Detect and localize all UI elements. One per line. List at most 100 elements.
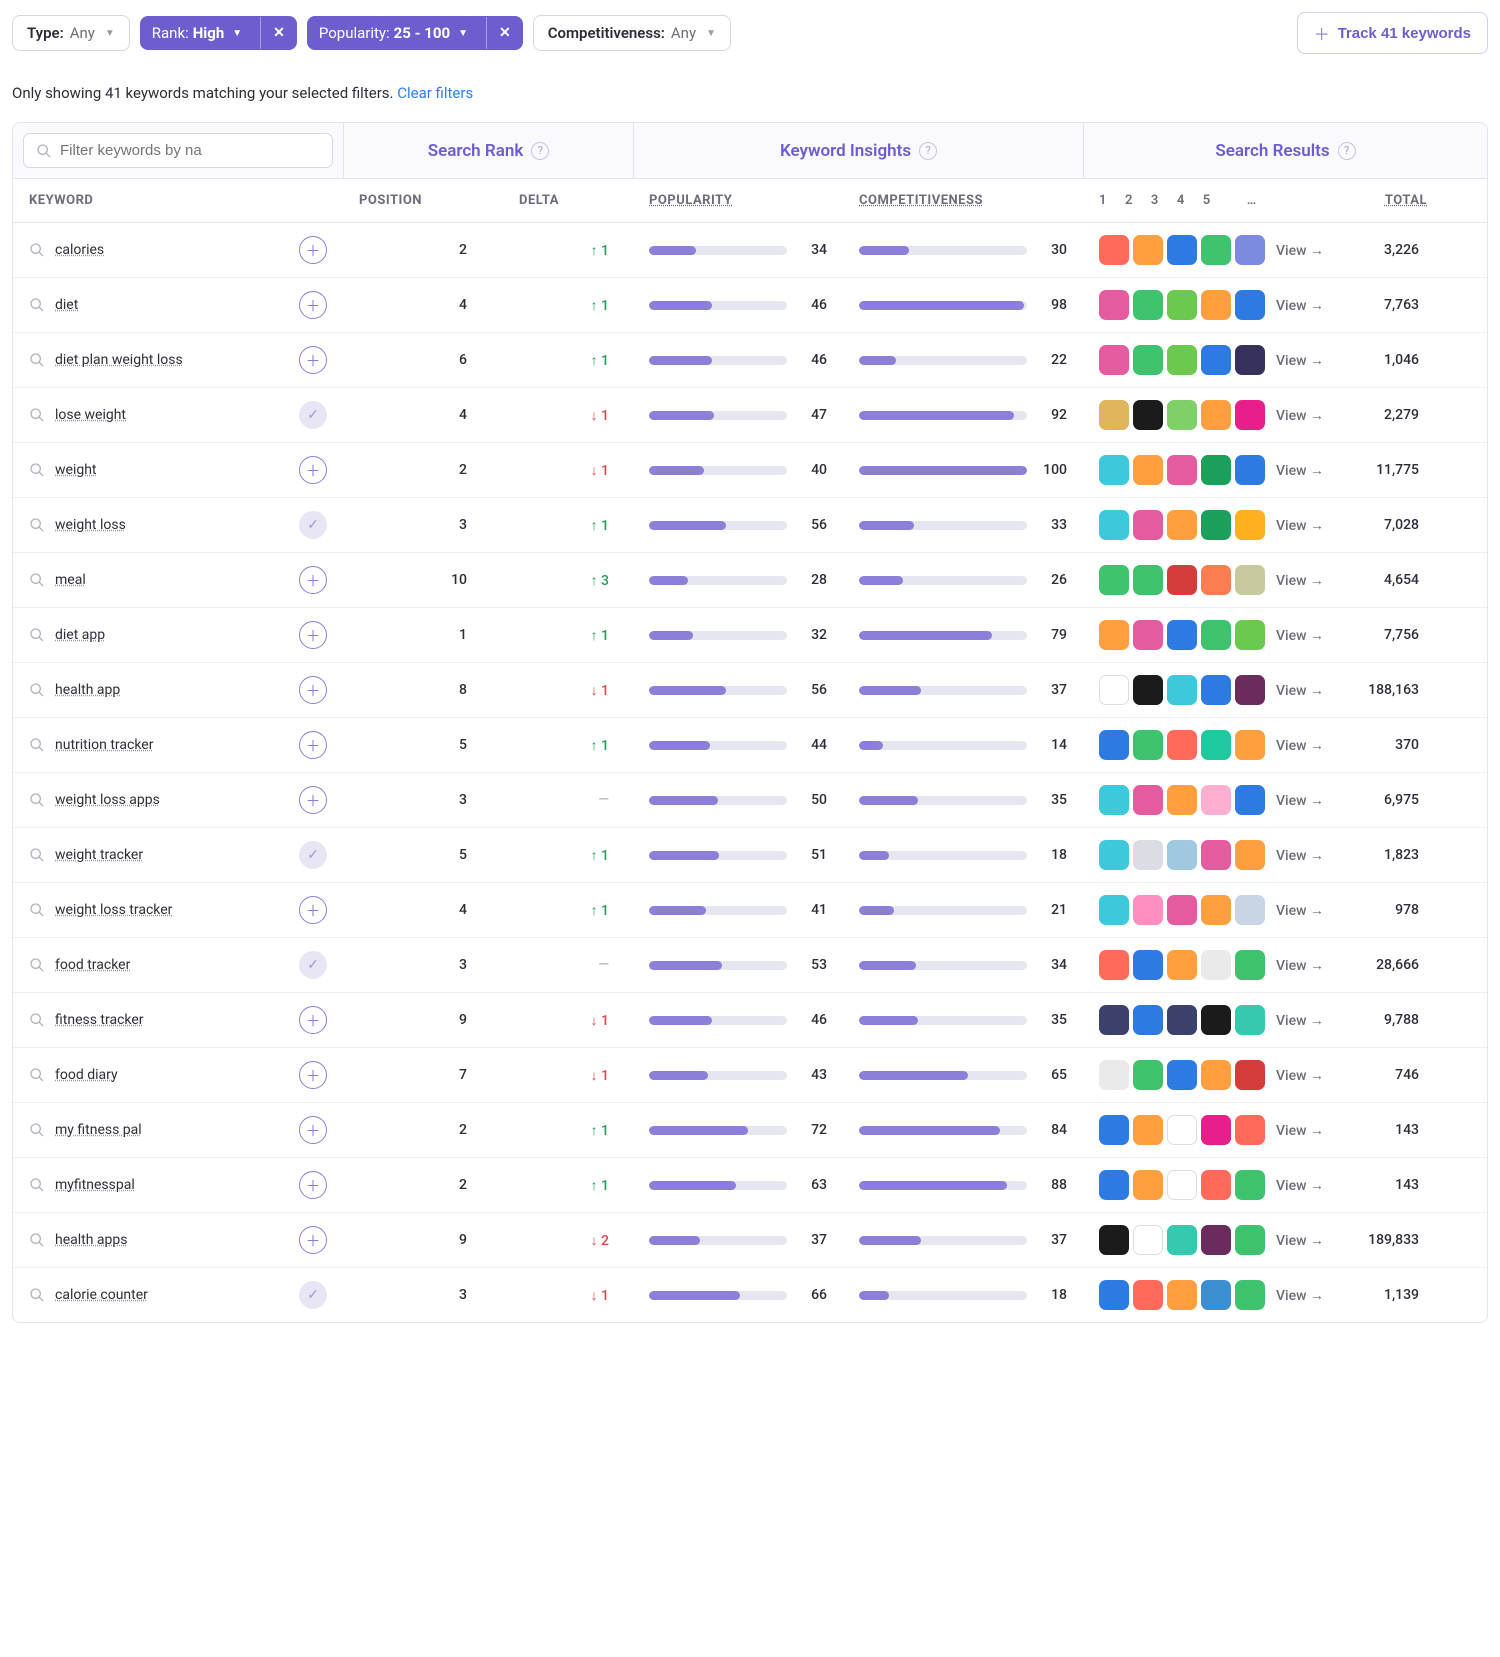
col-position[interactable]: POSITION [343,179,503,222]
app-icon[interactable] [1167,565,1197,595]
app-icon[interactable] [1201,565,1231,595]
app-icon[interactable] [1099,785,1129,815]
app-icon[interactable] [1201,400,1231,430]
app-icon[interactable] [1133,620,1163,650]
app-icon[interactable] [1133,675,1163,705]
app-icon[interactable] [1099,620,1129,650]
app-icon[interactable] [1201,1060,1231,1090]
app-icon[interactable] [1235,1060,1265,1090]
app-icon[interactable] [1133,1005,1163,1035]
clear-filters-link[interactable]: Clear filters [397,84,473,102]
app-icon[interactable] [1167,950,1197,980]
add-keyword-button[interactable]: ＋ [299,1006,327,1034]
app-icon[interactable] [1133,345,1163,375]
app-icon[interactable] [1133,1280,1163,1310]
keyword-text[interactable]: nutrition tracker [55,737,153,753]
app-icon[interactable] [1201,895,1231,925]
app-icon[interactable] [1133,1115,1163,1145]
app-icon[interactable] [1201,840,1231,870]
app-icon[interactable] [1235,620,1265,650]
app-icon[interactable] [1167,510,1197,540]
app-icon[interactable] [1167,1005,1197,1035]
keyword-text[interactable]: weight loss apps [55,792,160,808]
add-keyword-button[interactable]: ＋ [299,1116,327,1144]
keyword-text[interactable]: food tracker [55,957,130,973]
app-icon[interactable] [1167,785,1197,815]
app-icon[interactable] [1133,1060,1163,1090]
added-check-button[interactable]: ✓ [299,951,327,979]
app-icon[interactable] [1099,950,1129,980]
app-icon[interactable] [1167,1115,1197,1145]
keyword-text[interactable]: weight loss tracker [55,902,172,918]
app-icon[interactable] [1201,620,1231,650]
app-icon[interactable] [1235,1280,1265,1310]
search-input[interactable] [60,142,320,159]
app-icon[interactable] [1099,840,1129,870]
app-icon[interactable] [1201,675,1231,705]
app-icon[interactable] [1133,1225,1163,1255]
app-icon[interactable] [1099,1115,1129,1145]
app-icon[interactable] [1235,840,1265,870]
app-icon[interactable] [1133,510,1163,540]
app-icon[interactable] [1167,840,1197,870]
app-icon[interactable] [1235,455,1265,485]
search-input-wrap[interactable] [23,133,333,168]
keyword-text[interactable]: calories [55,242,104,258]
app-icon[interactable] [1099,1170,1129,1200]
filter-competitiveness[interactable]: Competitiveness: Any ▼ [533,15,731,51]
app-icon[interactable] [1099,895,1129,925]
close-icon[interactable]: ✕ [486,17,523,49]
app-icon[interactable] [1099,1280,1129,1310]
keyword-text[interactable]: myfitnesspal [55,1177,135,1193]
add-keyword-button[interactable]: ＋ [299,456,327,484]
keyword-text[interactable]: diet [55,297,78,313]
app-icon[interactable] [1201,1170,1231,1200]
app-icon[interactable] [1235,675,1265,705]
app-icon[interactable] [1133,840,1163,870]
close-icon[interactable]: ✕ [260,17,297,49]
app-icon[interactable] [1099,730,1129,760]
app-icon[interactable] [1201,950,1231,980]
app-icon[interactable] [1167,620,1197,650]
app-icon[interactable] [1235,510,1265,540]
col-keyword[interactable]: KEYWORD [13,179,343,222]
app-icon[interactable] [1167,730,1197,760]
app-icon[interactable] [1133,455,1163,485]
app-icon[interactable] [1133,400,1163,430]
filter-type[interactable]: Type: Any ▼ [12,15,130,51]
help-icon[interactable]: ? [919,142,937,160]
added-check-button[interactable]: ✓ [299,401,327,429]
app-icon[interactable] [1099,1060,1129,1090]
app-icon[interactable] [1235,400,1265,430]
app-icon[interactable] [1201,785,1231,815]
col-competitiveness[interactable]: COMPETITIVENESS [843,179,1083,222]
added-check-button[interactable]: ✓ [299,841,327,869]
app-icon[interactable] [1167,1280,1197,1310]
app-icon[interactable] [1235,1170,1265,1200]
app-icon[interactable] [1201,1005,1231,1035]
add-keyword-button[interactable]: ＋ [299,1226,327,1254]
help-icon[interactable]: ? [1338,142,1356,160]
keyword-text[interactable]: health app [55,682,120,698]
app-icon[interactable] [1167,400,1197,430]
keyword-text[interactable]: weight tracker [55,847,143,863]
app-icon[interactable] [1201,1280,1231,1310]
add-keyword-button[interactable]: ＋ [299,1171,327,1199]
add-keyword-button[interactable]: ＋ [299,291,327,319]
app-icon[interactable] [1201,730,1231,760]
app-icon[interactable] [1235,950,1265,980]
app-icon[interactable] [1201,1115,1231,1145]
app-icon[interactable] [1167,455,1197,485]
added-check-button[interactable]: ✓ [299,1281,327,1309]
keyword-text[interactable]: my fitness pal [55,1122,142,1138]
app-icon[interactable] [1099,400,1129,430]
app-icon[interactable] [1167,895,1197,925]
app-icon[interactable] [1133,235,1163,265]
app-icon[interactable] [1099,345,1129,375]
add-keyword-button[interactable]: ＋ [299,1061,327,1089]
app-icon[interactable] [1201,235,1231,265]
app-icon[interactable] [1133,895,1163,925]
app-icon[interactable] [1167,1170,1197,1200]
keyword-text[interactable]: weight [55,462,97,478]
app-icon[interactable] [1133,1170,1163,1200]
